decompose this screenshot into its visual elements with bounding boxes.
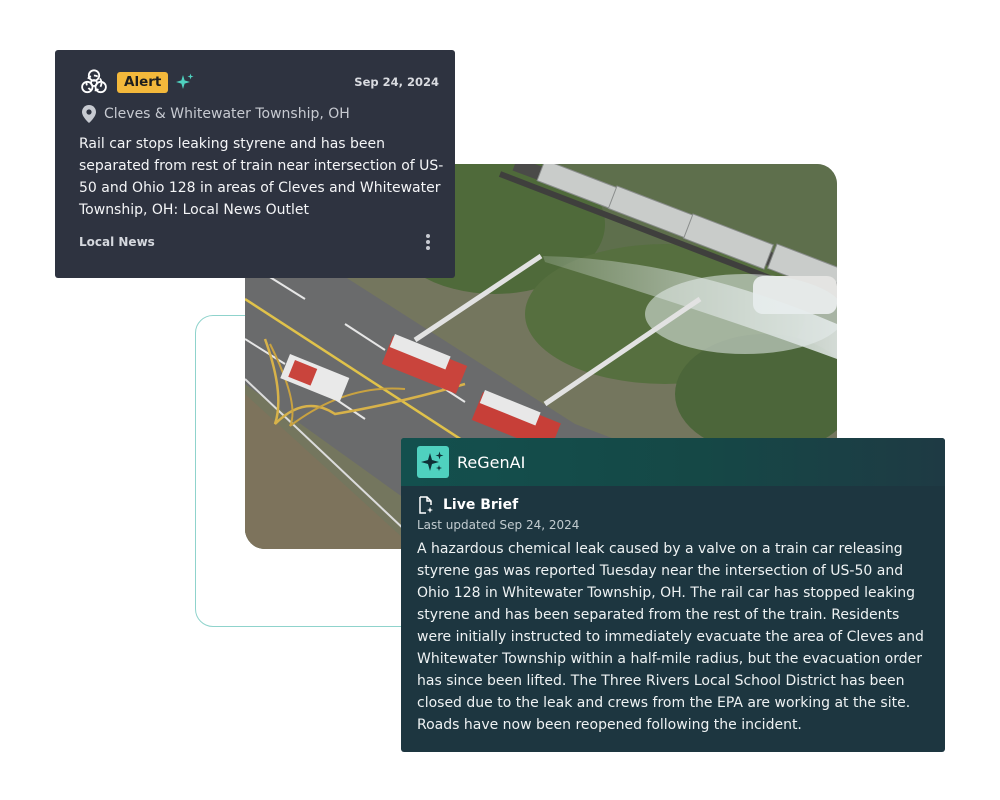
brief-updated: Last updated Sep 24, 2024: [417, 518, 580, 532]
brief-header: ReGenAI: [401, 438, 945, 486]
alert-source: Local News: [79, 235, 155, 249]
sparkle-icon: [417, 446, 449, 478]
alert-badge: Alert: [117, 71, 169, 93]
document-sparkle-icon: [417, 496, 435, 514]
alert-footer: Local News: [79, 233, 439, 251]
biohazard-icon: [79, 67, 109, 97]
location-text: Cleves & Whitewater Township, OH: [104, 106, 350, 122]
sparkle-icon: [176, 73, 194, 91]
alert-date: Sep 24, 2024: [354, 75, 439, 89]
brand-name: ReGenAI: [457, 452, 526, 472]
alert-location: Cleves & Whitewater Township, OH: [79, 104, 439, 124]
alert-headline[interactable]: Rail car stops leaking styrene and has b…: [79, 133, 447, 221]
alert-header: Alert Sep 24, 2024: [79, 68, 439, 96]
map-pin-icon: [82, 105, 96, 123]
brief-title: Live Brief: [443, 497, 519, 513]
brief-text: A hazardous chemical leak caused by a va…: [417, 541, 924, 733]
alert-card[interactable]: Alert Sep 24, 2024 Cleves & Whitewater T…: [55, 50, 455, 278]
brief-body: Live Brief Last updated Sep 24, 2024 A h…: [401, 486, 945, 736]
brief-title-row: Live Brief: [417, 496, 929, 514]
more-vertical-icon[interactable]: [425, 233, 431, 251]
live-brief-card: ReGenAI Live Brief Last updated Sep 24, …: [401, 438, 945, 752]
